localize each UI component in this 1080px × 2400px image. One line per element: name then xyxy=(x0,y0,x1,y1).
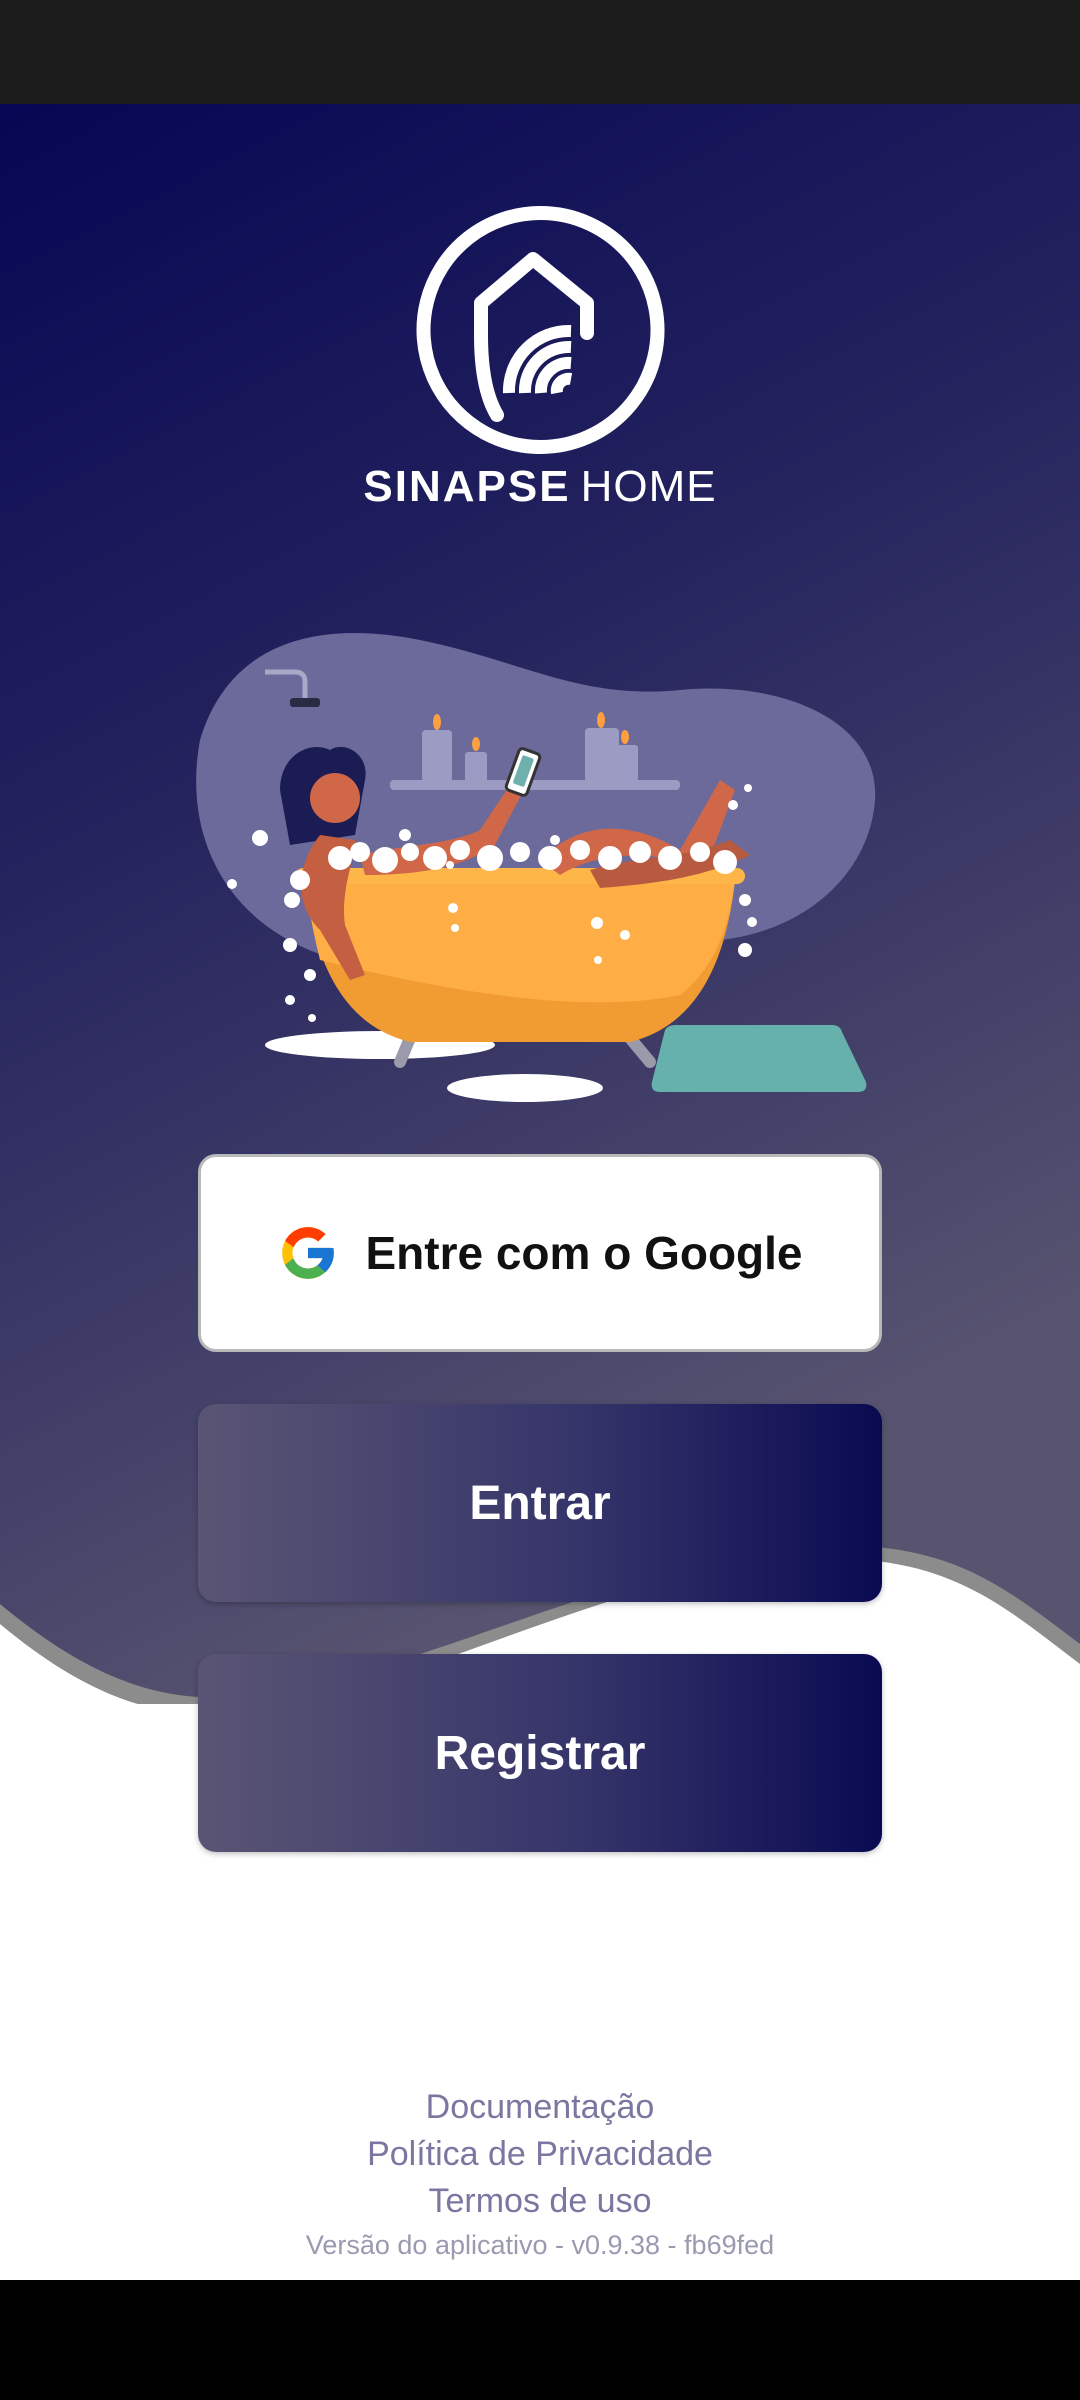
google-g-icon xyxy=(282,1227,335,1279)
terms-of-use-link[interactable]: Termos de uso xyxy=(0,2178,1080,2225)
footer: Documentação Política de Privacidade Ter… xyxy=(0,2084,1080,2265)
app-logo xyxy=(0,205,1080,460)
house-wifi-icon xyxy=(416,205,665,454)
register-button[interactable]: Registrar xyxy=(198,1654,882,1852)
app-version: Versão do aplicativo - v0.9.38 - fb69fed xyxy=(305,2230,775,2260)
brand-name-light: HOME xyxy=(580,462,717,511)
register-label: Registrar xyxy=(434,1726,646,1780)
privacy-policy-link[interactable]: Política de Privacidade xyxy=(0,2131,1080,2178)
google-sign-in-button[interactable]: Entre com o Google xyxy=(198,1154,882,1352)
login-button[interactable]: Entrar xyxy=(198,1404,882,1602)
login-label: Entrar xyxy=(469,1476,611,1530)
documentation-link[interactable]: Documentação xyxy=(0,2084,1080,2131)
brand-wordmark: SINAPSE HOME xyxy=(0,462,1080,512)
brand-name-bold: SINAPSE xyxy=(363,462,571,511)
google-sign-in-label: Entre com o Google xyxy=(365,1227,803,1279)
status-bar xyxy=(0,0,1080,104)
bathtub-illustration xyxy=(196,633,876,1102)
navigation-bar xyxy=(0,2280,1080,2400)
